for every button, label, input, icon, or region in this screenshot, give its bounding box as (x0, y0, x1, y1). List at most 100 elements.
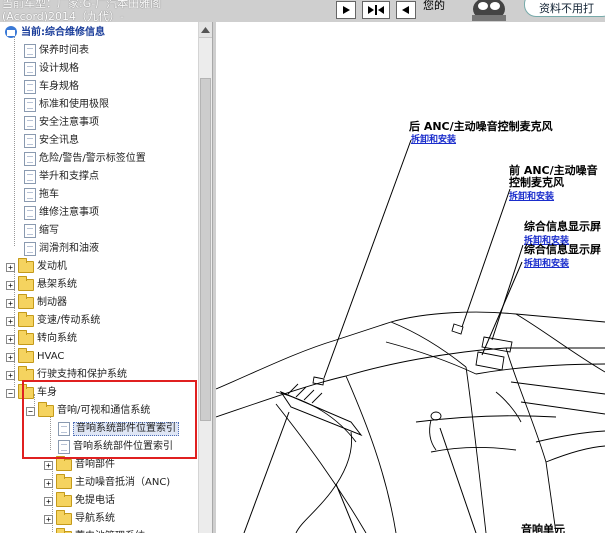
tree-doc-item[interactable]: 危险/警告/警示标签位置 (24, 150, 146, 168)
folder-icon (18, 294, 34, 309)
tree-item-label: 主动噪音抵消（ANC) (75, 477, 171, 488)
document-icon (24, 170, 36, 184)
tree-item-label: 拖车 (39, 189, 59, 200)
expand-toggle-icon[interactable]: + (6, 370, 15, 380)
top-header: 当前车型：厂家:G-广汽本田雅阁(Accord)2014（九代）- 您的 资料不… (0, 0, 605, 22)
current-car-label: 当前车型：厂家:G-广汽本田雅阁(Accord)2014（九代）- (2, 0, 162, 22)
tree-item-label: 缩写 (39, 225, 59, 236)
tree-folder[interactable]: + 变速/传动系统 (6, 312, 100, 330)
tree-doc-item[interactable]: 安全注意事项 (24, 114, 99, 132)
folder-icon (18, 312, 34, 327)
front-anc-mic-label-2: 控制麦克风 (509, 176, 564, 189)
document-icon (24, 62, 36, 76)
tree-doc-item[interactable]: 润滑剂和油液 (24, 240, 99, 258)
tree-item-label: 维修注意事项 (39, 207, 99, 218)
tree-item-label: 悬架系统 (37, 279, 77, 290)
tree-subfolder[interactable]: +蓄电池管理系统 (44, 528, 145, 533)
tree-item-label: 标准和使用极限 (39, 99, 109, 110)
scroll-up-button[interactable] (199, 22, 212, 38)
diagram-pane: 后 ANC/主动噪音控制麦克风 拆卸和安装 前 ANC/主动噪音 控制麦克风 拆… (216, 22, 605, 533)
tree-item-label: 举升和支撑点 (39, 171, 99, 182)
tree-doc-item[interactable]: 安全讯息 (24, 132, 79, 150)
tree-doc-item[interactable]: 拖车 (24, 186, 59, 204)
tree-subfolder[interactable]: + 导航系统 (44, 510, 115, 528)
navigation-tree: 当前:综合维修信息 保养时间表设计规格车身规格标准和使用极限 安全注意事项 安全讯息危… (0, 22, 198, 533)
tree-item-label: 车身规格 (39, 81, 79, 92)
document-icon (24, 188, 36, 202)
arrow-left-icon (402, 6, 409, 14)
tree-guide-line (14, 36, 15, 246)
tree-item-label: 保养时间表 (39, 45, 89, 56)
folder-icon (18, 330, 34, 345)
document-icon (24, 224, 36, 238)
audio-unit-label: 音响单元 (521, 523, 565, 533)
folder-icon (56, 492, 72, 507)
expand-toggle-icon[interactable]: + (6, 280, 15, 290)
red-highlight-box (22, 380, 197, 459)
info-display-label-2: 综合信息显示屏 (524, 243, 601, 256)
tree-item-label: 变速/传动系统 (37, 315, 101, 326)
tree-item-label: 制动器 (37, 297, 67, 308)
expand-toggle-icon[interactable]: + (44, 478, 53, 488)
tree-doc-item[interactable]: 设计规格 (24, 60, 79, 78)
tree-folder[interactable]: + 发动机 (6, 258, 67, 276)
expand-toggle-icon[interactable]: + (6, 316, 15, 326)
tree-item-label: 安全讯息 (39, 135, 79, 146)
folder-icon (18, 348, 34, 363)
document-icon (24, 134, 36, 148)
tree-doc-item[interactable]: 标准和使用极限 (24, 96, 109, 114)
folder-icon (56, 510, 72, 525)
header-misc-text: 您的 (423, 0, 445, 12)
arrow-right-icon (343, 6, 350, 14)
tree-item-label: 当前:综合维修信息 (21, 27, 105, 38)
expand-toggle-icon[interactable]: + (44, 514, 53, 524)
tree-folder[interactable]: + HVAC (6, 348, 64, 366)
folder-icon (18, 276, 34, 291)
expand-toggle-icon[interactable]: + (6, 334, 15, 344)
document-icon (24, 206, 36, 220)
tree-scrollbar[interactable] (198, 22, 212, 533)
tree-item-label: HVAC (37, 351, 65, 362)
expand-button[interactable] (336, 1, 356, 19)
tree-item-label: 润滑剂和油液 (39, 243, 99, 254)
folder-icon (56, 456, 72, 471)
tree-item-label: 危险/警告/警示标签位置 (39, 153, 146, 164)
info-display-label-1: 综合信息显示屏 (524, 220, 601, 233)
tree-item-label: 设计规格 (39, 63, 79, 74)
promo-pill[interactable]: 资料不用打 (524, 0, 605, 17)
removal-link-1[interactable]: 拆卸和安装 (411, 132, 456, 145)
scroll-thumb[interactable] (200, 78, 211, 421)
tree-doc-item[interactable]: 车身规格 (24, 78, 79, 96)
tree-doc-item[interactable]: 举升和支撑点 (24, 168, 99, 186)
tree-doc-item[interactable]: 保养时间表 (24, 42, 89, 60)
split-view-button[interactable] (362, 1, 390, 19)
tree-item-label: 音响部件 (75, 459, 115, 470)
document-icon (24, 80, 36, 94)
tree-doc-item[interactable]: 维修注意事项 (24, 204, 99, 222)
tree-doc-item[interactable]: 缩写 (24, 222, 59, 240)
removal-link-4[interactable]: 拆卸和安装 (524, 256, 569, 269)
tree-folder[interactable]: + 转向系统 (6, 330, 77, 348)
collapse-button[interactable] (396, 1, 416, 19)
tree-root[interactable]: 当前:综合维修信息 (4, 24, 105, 42)
expand-toggle-icon[interactable]: + (6, 298, 15, 308)
tree-folder[interactable]: + 制动器 (6, 294, 67, 312)
tree-subfolder[interactable]: + 免提电话 (44, 492, 115, 510)
document-icon (24, 116, 36, 130)
expand-toggle-icon[interactable]: + (44, 496, 53, 506)
book-icon (4, 25, 18, 42)
folder-icon (18, 258, 34, 273)
expand-toggle-icon[interactable]: + (6, 262, 15, 272)
collapse-toggle-icon[interactable]: − (6, 388, 15, 398)
expand-toggle-icon[interactable]: + (6, 352, 15, 362)
removal-link-2[interactable]: 拆卸和安装 (509, 189, 554, 202)
tree-item-label: 免提电话 (75, 495, 115, 506)
tree-item-label: 安全注意事项 (39, 117, 99, 128)
folder-icon (56, 474, 72, 489)
tree-item-label: 发动机 (37, 261, 67, 272)
document-icon (24, 242, 36, 256)
split-arrows-icon (368, 5, 384, 15)
tree-folder[interactable]: + 悬架系统 (6, 276, 77, 294)
tree-subfolder[interactable]: + 主动噪音抵消（ANC) (44, 474, 170, 492)
expand-toggle-icon[interactable]: + (44, 460, 53, 470)
